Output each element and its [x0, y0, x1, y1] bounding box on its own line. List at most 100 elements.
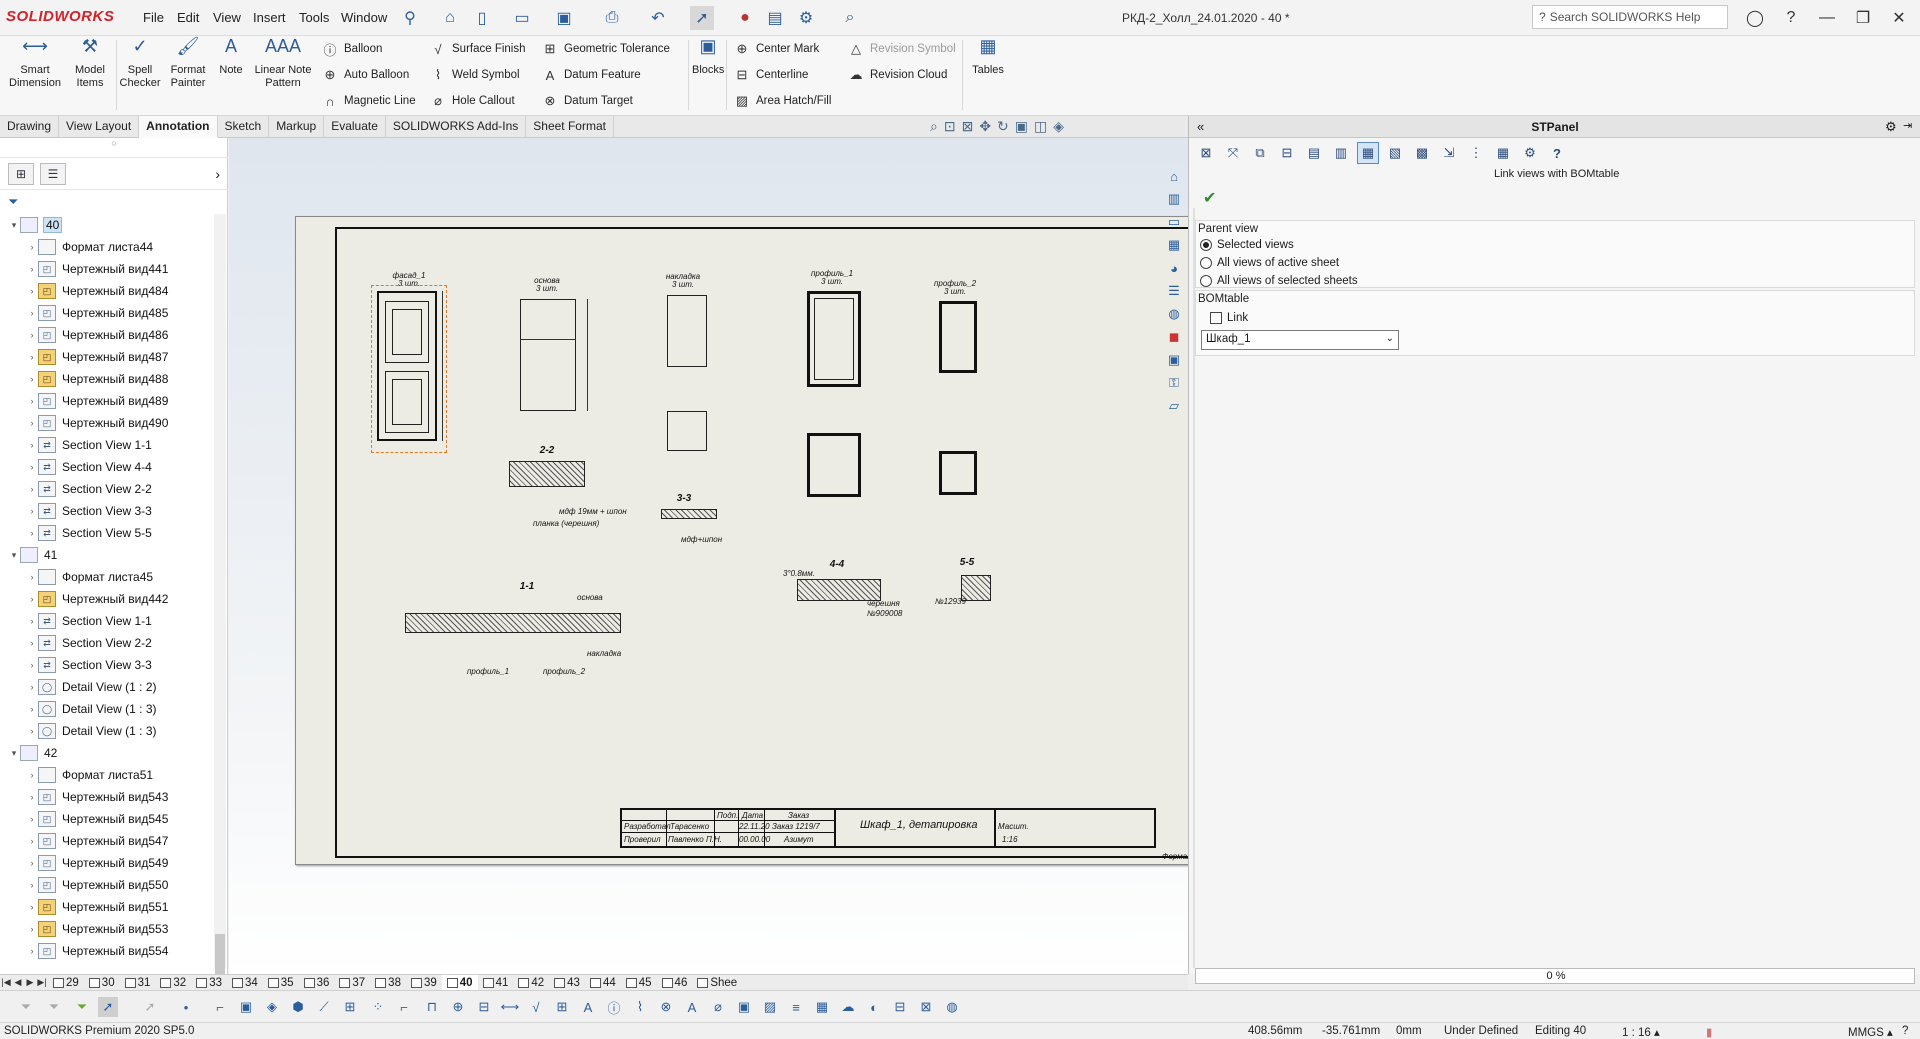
- expand-right-icon[interactable]: ›: [26, 792, 38, 802]
- filter-details-icon[interactable]: ◍: [942, 997, 962, 1017]
- sheet-tab[interactable]: 41: [478, 975, 514, 990]
- undo-icon[interactable]: ↶: [646, 6, 670, 30]
- help-circle-icon[interactable]: ?: [1776, 4, 1806, 32]
- profile2-small-outline[interactable]: [939, 451, 977, 495]
- close-button[interactable]: ✕: [1884, 4, 1914, 32]
- weld-symbol-button[interactable]: ⌇ Weld Symbol: [430, 66, 526, 84]
- grid-icon[interactable]: ▩: [1411, 142, 1433, 164]
- sheet-tab[interactable]: 29: [48, 975, 84, 990]
- traffic-light-icon[interactable]: ●: [733, 6, 757, 30]
- first-sheet-icon[interactable]: |◀: [0, 977, 12, 988]
- tree-item[interactable]: › Формат листа45: [0, 566, 214, 588]
- balloon-button[interactable]: ⓘ Balloon: [322, 40, 416, 58]
- centerline-button[interactable]: ⊟ Centerline: [734, 66, 831, 84]
- filter-surface-finish-icon[interactable]: √: [526, 997, 546, 1017]
- next-sheet-icon[interactable]: ▶: [24, 977, 36, 988]
- sheet-tab[interactable]: 39: [406, 975, 442, 990]
- linear-note-pattern-button[interactable]: AAA Linear Note Pattern: [250, 37, 316, 90]
- overlay-outline[interactable]: [667, 295, 707, 367]
- tree-item[interactable]: › ◯ Detail View (1 : 3): [0, 720, 214, 742]
- expand-right-icon[interactable]: ›: [26, 902, 38, 912]
- filter-axes-icon[interactable]: ⟋: [314, 997, 334, 1017]
- section-2-2-hatch[interactable]: [509, 461, 585, 487]
- filter-center-marks-icon[interactable]: ⊕: [448, 997, 468, 1017]
- overlay-small-outline[interactable]: [667, 411, 707, 451]
- expand-right-icon[interactable]: ›: [26, 264, 38, 274]
- expand-right-icon[interactable]: ›: [26, 396, 38, 406]
- plugin-icon[interactable]: ⚿: [1164, 373, 1184, 393]
- filter-datum-feature-icon[interactable]: A: [682, 997, 702, 1017]
- search-tool-icon[interactable]: ⌕: [838, 6, 862, 30]
- view-settings-icon[interactable]: ▣: [1015, 118, 1028, 138]
- filter-hatch-icon[interactable]: ▨: [760, 997, 780, 1017]
- expand-right-icon[interactable]: ›: [26, 572, 38, 582]
- filter-views-icon[interactable]: ⊟: [890, 997, 910, 1017]
- bom-select[interactable]: Шкаф_1 ⌄: [1201, 330, 1399, 350]
- tree-item[interactable]: › ◰ Чертежный вид550: [0, 874, 214, 896]
- expand-right-icon[interactable]: ›: [26, 858, 38, 868]
- tree-item[interactable]: › ⇄ Section View 5-5: [0, 522, 214, 544]
- tree-item[interactable]: › ◰ Чертежный вид545: [0, 808, 214, 830]
- datum-feature-button[interactable]: A Datum Feature: [542, 66, 670, 84]
- filter-cosmetic-thread-icon[interactable]: ≡: [786, 997, 806, 1017]
- split-view-icon[interactable]: ⧉: [1249, 142, 1271, 164]
- layout-icon[interactable]: ▤: [1303, 142, 1325, 164]
- filter-dimensions-icon[interactable]: ⟷: [500, 997, 520, 1017]
- model-items-button[interactable]: ⚒ Model Items: [68, 37, 112, 90]
- sheet-tab[interactable]: 31: [120, 975, 156, 990]
- sheet-tab[interactable]: 38: [370, 975, 406, 990]
- view-palette-icon[interactable]: ▦: [1164, 235, 1184, 255]
- expand-right-icon[interactable]: ›: [26, 484, 38, 494]
- menu-file[interactable]: File: [143, 10, 164, 25]
- quick-tips-icon[interactable]: ?: [1902, 1025, 1908, 1037]
- hole-callout-button[interactable]: ⌀ Hole Callout: [430, 92, 526, 110]
- clear-filter-icon[interactable]: ➚: [140, 997, 160, 1017]
- zoom-to-fit-icon[interactable]: ⌕: [930, 118, 938, 138]
- filter-weld-icon[interactable]: ⌇: [630, 997, 650, 1017]
- filter-icon[interactable]: ⏷: [8, 194, 18, 210]
- section-1-1-hatch[interactable]: [405, 613, 621, 633]
- tree-sheet-node[interactable]: ▾ 42: [0, 742, 214, 764]
- tab-sketch[interactable]: Sketch: [218, 116, 270, 138]
- tables-button[interactable]: ▦ Tables: [966, 37, 1010, 77]
- tree-scrollbar[interactable]: [214, 214, 226, 984]
- addin-icon[interactable]: ◼: [1164, 327, 1184, 347]
- format-painter-button[interactable]: 🖌 Format Painter: [164, 37, 212, 90]
- filter-midpoints-icon[interactable]: ⊓: [422, 997, 442, 1017]
- tab-drawing[interactable]: Drawing: [0, 116, 60, 138]
- filter-blocks-icon[interactable]: ▣: [734, 997, 754, 1017]
- sheet-tab[interactable]: 40: [441, 975, 478, 990]
- pin-icon[interactable]: ⚲: [398, 6, 422, 30]
- area-hatch-button[interactable]: ▨ Area Hatch/Fill: [734, 92, 832, 110]
- auto-balloon-button[interactable]: ⊕ Auto Balloon: [322, 66, 416, 84]
- section-4-4-hatch[interactable]: [797, 579, 881, 601]
- expand-right-icon[interactable]: ›: [26, 836, 38, 846]
- expand-right-icon[interactable]: ›: [26, 374, 38, 384]
- profile1-small-outline[interactable]: [807, 433, 861, 497]
- tab-markup[interactable]: Markup: [269, 116, 325, 138]
- hide-show-icon[interactable]: ◈: [1053, 118, 1064, 138]
- filter-toggle-icon[interactable]: ⏷: [44, 997, 64, 1017]
- tree-item[interactable]: › ◰ Чертежный вид488: [0, 368, 214, 390]
- tree-item[interactable]: › ◰ Чертежный вид554: [0, 940, 214, 962]
- print-icon[interactable]: ⎙: [600, 6, 624, 30]
- datum-target-button[interactable]: ⊗ Datum Target: [542, 92, 670, 110]
- delete-link-icon[interactable]: ⊠: [1195, 142, 1217, 164]
- expand-chevron-icon[interactable]: ›: [215, 166, 220, 182]
- filter-surfaces-icon[interactable]: ◈: [262, 997, 282, 1017]
- panel-grip[interactable]: ○: [0, 138, 228, 158]
- expand-right-icon[interactable]: ›: [26, 528, 38, 538]
- sheet-tab[interactable]: 34: [227, 975, 263, 990]
- menu-window[interactable]: Window: [341, 10, 387, 25]
- expand-right-icon[interactable]: ›: [26, 594, 38, 604]
- tree-sheet-node[interactable]: ▾ 40: [0, 214, 214, 236]
- filter-planes-icon[interactable]: ⊞: [340, 997, 360, 1017]
- expand-down-icon[interactable]: ▾: [8, 220, 20, 231]
- tree-item[interactable]: › ⇄ Section View 4-4: [0, 456, 214, 478]
- drawing-sheet[interactable]: фасад_1 3 шт. основа 3 шт. накладка 3 шт…: [295, 216, 1195, 865]
- section-3-3-hatch[interactable]: [661, 509, 717, 519]
- expand-right-icon[interactable]: ›: [26, 682, 38, 692]
- rebuild-icon[interactable]: ▮: [1706, 1025, 1712, 1039]
- center-mark-button[interactable]: ⊕ Center Mark: [734, 40, 831, 58]
- expand-right-icon[interactable]: ›: [26, 726, 38, 736]
